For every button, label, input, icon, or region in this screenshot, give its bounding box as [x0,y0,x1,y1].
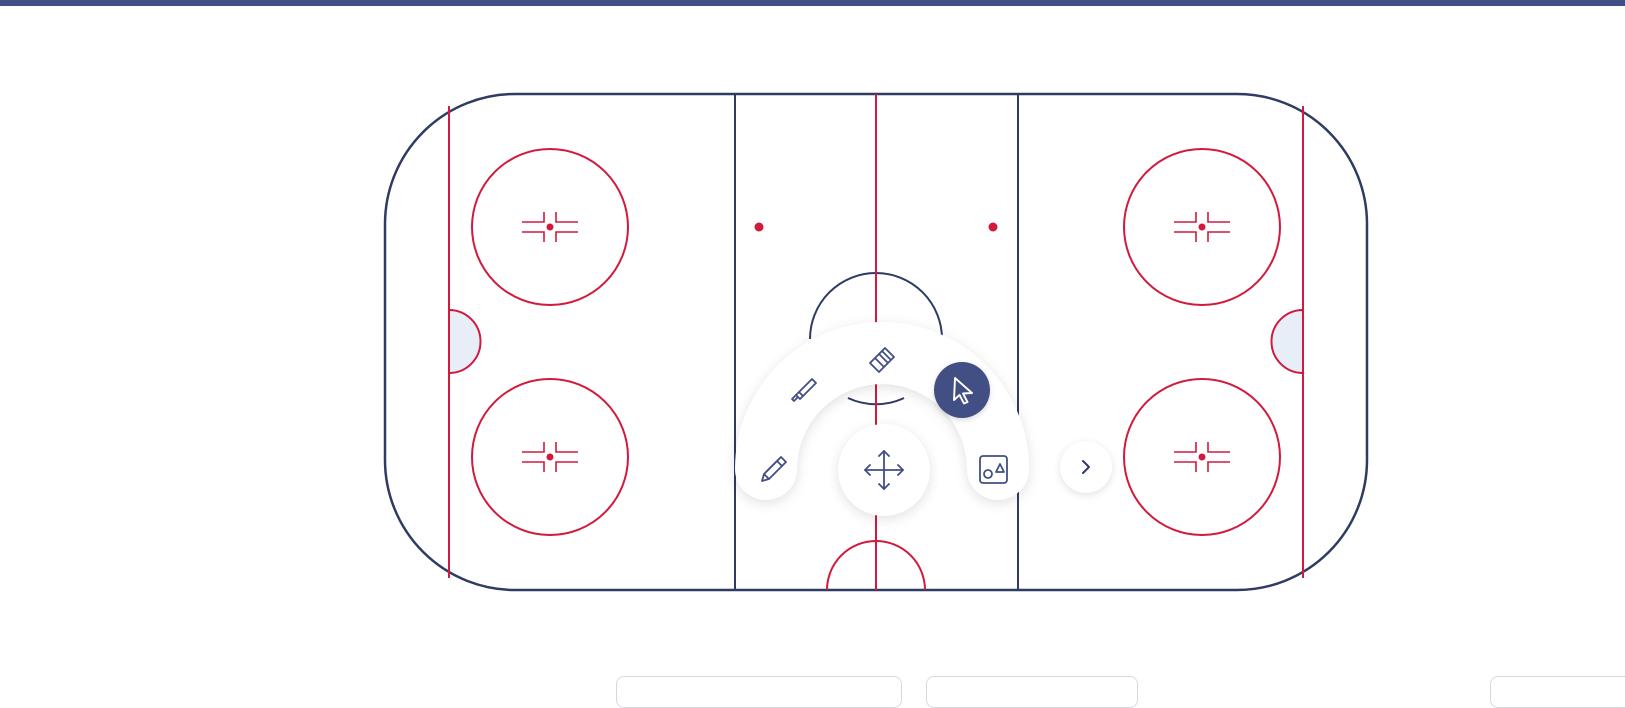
eraser-tool-button[interactable] [853,330,911,388]
bottom-toolbar-button-2[interactable] [926,676,1138,708]
move-tool-button[interactable] [838,424,930,516]
select-tool-button[interactable] [934,362,990,418]
neutral-zone-dot-right [988,222,998,232]
bottom-toolbar-button-3[interactable] [1490,676,1625,708]
pen-tool-button[interactable] [745,440,803,498]
marker-icon [791,378,817,402]
move-arrows-icon [864,450,904,490]
marker-tool-button[interactable] [775,360,833,418]
cursor-arrow-icon [953,377,973,405]
hockey-rink[interactable] [0,0,1625,680]
neutral-zone-dot-left [754,222,764,232]
shapes-tool-button[interactable] [964,440,1022,498]
bottom-toolbar-button-1[interactable] [616,676,902,708]
eraser-icon [869,347,895,373]
shapes-icon [979,455,1008,484]
next-tools-button[interactable] [1060,441,1112,493]
chevron-right-icon [1082,460,1090,474]
pencil-icon [761,456,787,482]
